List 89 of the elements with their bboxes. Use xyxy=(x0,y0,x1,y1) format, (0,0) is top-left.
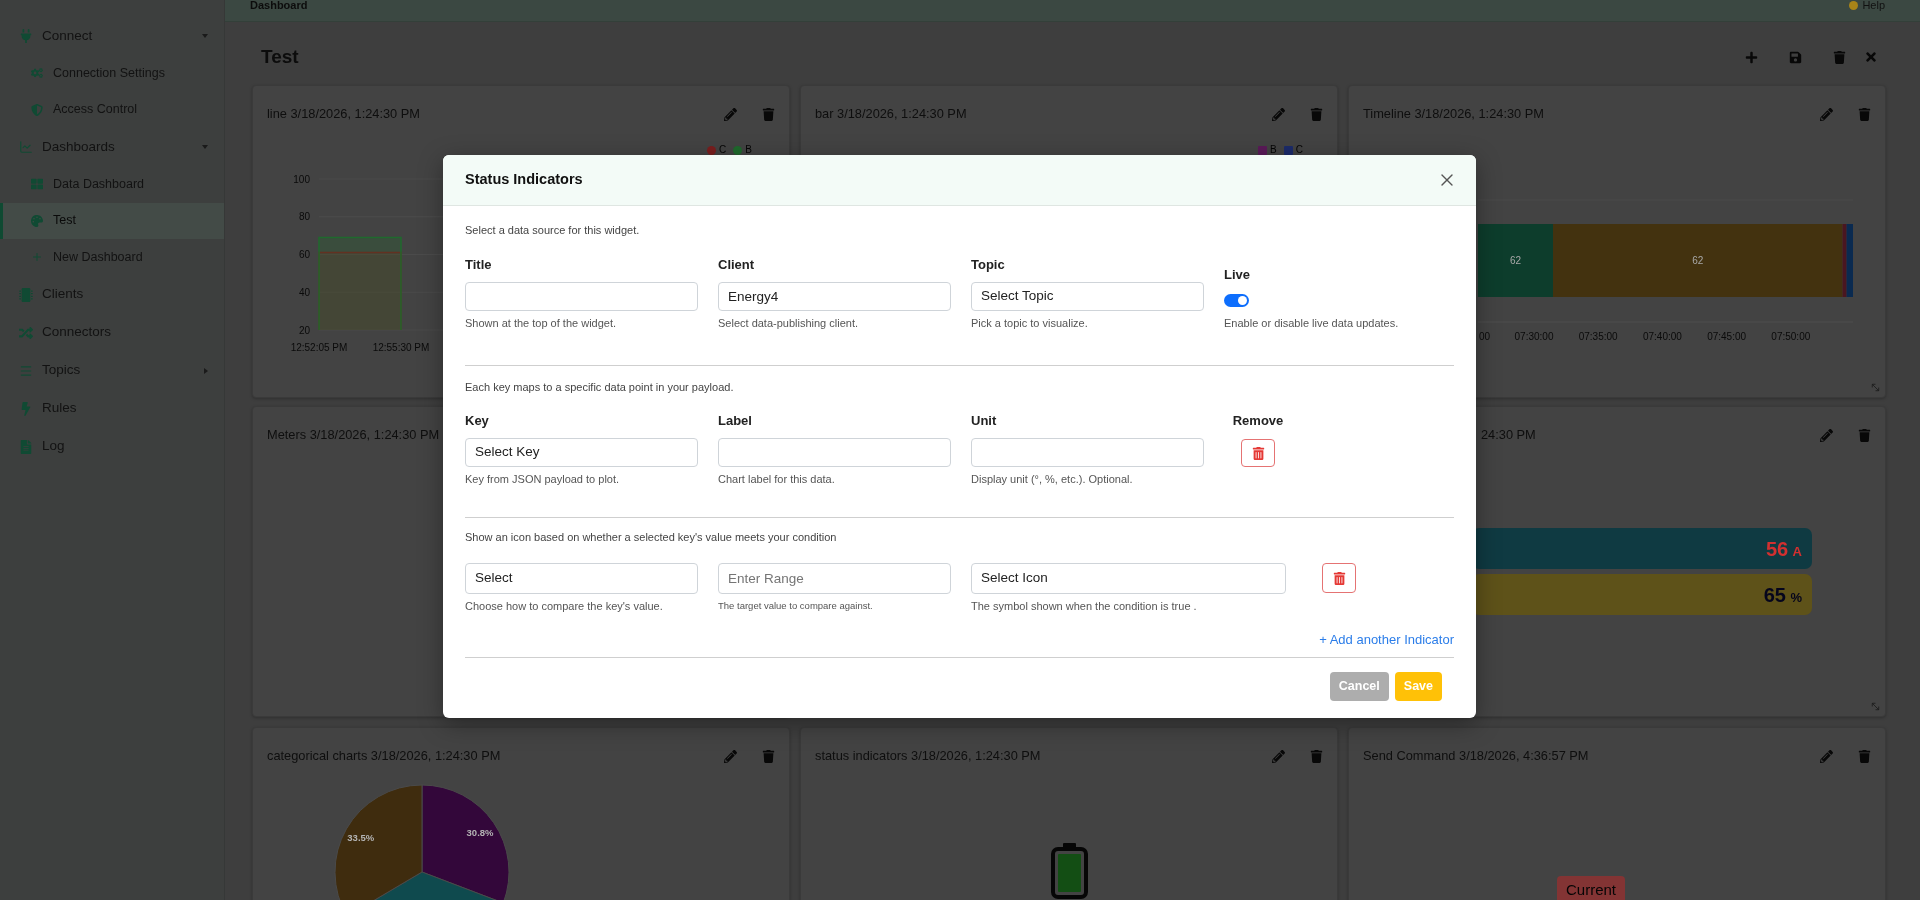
field-help: Enable or disable live data updates. xyxy=(1224,316,1400,330)
field-label: Label xyxy=(718,413,753,429)
field-help: The symbol shown when the condition is true . xyxy=(971,599,1198,613)
input-field[interactable]: Energy4 xyxy=(718,282,951,311)
field-label: Client xyxy=(718,257,756,273)
axis-label: 40 xyxy=(298,286,310,298)
trash-icon xyxy=(1332,571,1346,585)
section-hint: Select a data source for this widget. xyxy=(465,223,641,237)
select-field[interactable]: Select Key xyxy=(465,438,698,467)
pencil-icon xyxy=(1271,749,1285,763)
delete-button[interactable] xyxy=(1322,563,1356,593)
resize-handle-icon[interactable] xyxy=(1870,382,1881,393)
axis-label: 12:55:30 PM xyxy=(372,342,430,353)
pencil-icon xyxy=(723,749,737,763)
section-hint: Each key maps to a specific data point in your payload. xyxy=(465,380,735,394)
input-field[interactable] xyxy=(718,438,951,467)
field-help: The target value to compare against. xyxy=(718,599,874,613)
pencil-icon xyxy=(1819,749,1833,763)
shield-icon xyxy=(31,103,43,116)
axis-label: 07:50:00 xyxy=(1771,331,1811,342)
field-help: Display unit (°, %, etc.). Optional. xyxy=(971,472,1134,486)
field-help: Choose how to compare the key's value. xyxy=(465,599,664,613)
field-label: Key xyxy=(465,413,490,429)
meter-reading: 56 A xyxy=(1765,536,1802,562)
input-field[interactable] xyxy=(971,438,1204,467)
section-hint: Show an icon based on whether a selected key's value meets your condition xyxy=(465,530,838,544)
plus-icon xyxy=(31,251,43,264)
input-field[interactable]: Enter Range xyxy=(718,563,951,594)
legend-label: B xyxy=(1270,144,1277,156)
data-label: 30.8% xyxy=(466,826,494,838)
select-field[interactable]: Select xyxy=(465,563,698,594)
battery-icon xyxy=(1050,843,1088,899)
line-chart-icon xyxy=(19,140,33,154)
data-label: 33.5% xyxy=(347,831,375,843)
bolt-icon xyxy=(19,401,33,416)
select-field[interactable]: Select Topic xyxy=(971,282,1204,311)
field-label: Topic xyxy=(971,257,1006,273)
save-button[interactable]: Save xyxy=(1394,672,1442,701)
trash-icon xyxy=(1309,749,1323,763)
breadcrumb: Dashboard xyxy=(250,0,308,11)
trash-icon xyxy=(1857,428,1871,442)
pencil-icon xyxy=(723,107,737,121)
command-button[interactable]: Current xyxy=(1557,876,1626,900)
select-field[interactable]: Select Icon xyxy=(971,563,1286,594)
axis-label: 07:30:00 xyxy=(1514,331,1554,342)
trash-icon xyxy=(761,107,775,121)
field-label: Live xyxy=(1224,267,1251,283)
meter-reading: 65 % xyxy=(1763,582,1802,608)
axis-label: 07:35:00 xyxy=(1578,331,1618,342)
pencil-icon xyxy=(1271,107,1285,121)
pencil-icon xyxy=(1819,107,1833,121)
shuffle-icon xyxy=(19,325,33,340)
field-help: Select data-publishing client. xyxy=(718,316,860,330)
segment-label: 62 xyxy=(1509,255,1522,266)
pencil-icon xyxy=(1819,428,1833,442)
list-icon xyxy=(19,363,33,378)
field-help: Key from JSON payload to plot. xyxy=(465,472,621,486)
palette-icon xyxy=(31,214,43,227)
field-help: Chart label for this data. xyxy=(718,472,836,486)
plus-icon xyxy=(1744,50,1758,64)
plug-icon xyxy=(19,29,33,43)
legend-label: B xyxy=(745,144,752,156)
delete-button[interactable] xyxy=(1241,439,1275,467)
trash-icon xyxy=(1857,749,1871,763)
grid-icon xyxy=(31,178,43,191)
dialog-title: Status Indicators xyxy=(465,170,583,190)
sidebar-subitem[interactable]: Test xyxy=(0,202,224,239)
field-help: Shown at the top of the widget. xyxy=(465,316,618,330)
field-help: Pick a topic to visualize. xyxy=(971,316,1089,330)
field-label: Remove xyxy=(1232,413,1284,429)
chip-icon xyxy=(19,287,33,302)
trash-icon xyxy=(1832,50,1846,64)
field-label: Unit xyxy=(971,413,998,429)
trash-icon xyxy=(1251,446,1265,460)
gears-icon xyxy=(31,67,43,80)
input-field[interactable] xyxy=(465,282,698,311)
trash-icon xyxy=(1857,107,1871,121)
trash-icon xyxy=(1309,107,1323,121)
file-icon xyxy=(19,439,33,454)
axis-label: 07:40:00 xyxy=(1642,331,1682,342)
cancel-button[interactable]: Cancel xyxy=(1329,672,1389,701)
close-icon xyxy=(1864,50,1878,64)
trash-icon xyxy=(761,749,775,763)
resize-handle-icon[interactable] xyxy=(1870,701,1881,712)
add-indicator-link[interactable]: + Add another Indicator xyxy=(1319,632,1454,648)
segment-label: 62 xyxy=(1692,255,1704,266)
field-label: Title xyxy=(465,257,493,273)
toggle-switch[interactable] xyxy=(1224,294,1249,307)
axis-label: 07:45:00 xyxy=(1707,331,1747,342)
